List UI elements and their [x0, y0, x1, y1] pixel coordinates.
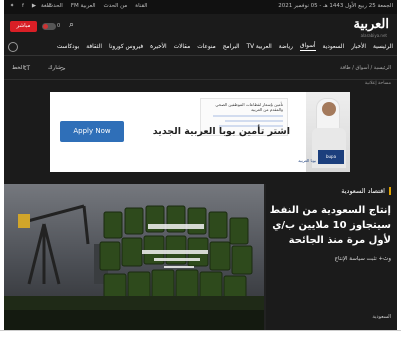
nav-item-markets[interactable]: أسواق	[299, 43, 316, 51]
nav-item-variety[interactable]: منوعات	[197, 44, 216, 50]
nav-item-tv[interactable]: العربية TV	[247, 44, 272, 50]
nav-item-news[interactable]: الأخبار	[351, 44, 366, 50]
social-icons: ✦ f ▶ اللغة	[8, 3, 52, 10]
apply-now-button[interactable]: Apply Now	[60, 121, 124, 142]
page: الجمعة 25 ربيع الأول 1443 هـ - 05 نوفمبر…	[4, 0, 397, 330]
nav-item-articles[interactable]: مقالات	[174, 44, 191, 50]
share-icon[interactable]: <	[60, 65, 66, 73]
hero-text-panel: اقتصاد السعودية إنتاج السعودية من النفط …	[266, 184, 397, 330]
date-text: الجمعة 25 ربيع الأول 1443 هـ - 05 نوفمبر…	[278, 3, 393, 9]
hero-article[interactable]: اقتصاد السعودية إنتاج السعودية من النفط …	[4, 184, 397, 330]
oil-barrels-illustration	[4, 204, 264, 330]
nav-item-home[interactable]: الرئيسية	[373, 44, 393, 50]
main-nav: الرئيسية الأخبار السعودية أسواق رياضة ال…	[4, 38, 397, 56]
nav-item-corona[interactable]: فيروس كورونا	[109, 44, 143, 50]
hero-title[interactable]: إنتاج السعودية من النفط سيتجاوز 10 ملايي…	[260, 203, 391, 248]
ad-card-text: تأمين بإسعار لقطاعات الموظفين الصحي والم…	[215, 102, 283, 112]
bottom-strip	[0, 330, 401, 352]
section-tag[interactable]: اقتصاد السعودية	[341, 187, 391, 195]
ad-headline: اشتر تأمين بوبا العربية الجديد	[152, 126, 290, 137]
top-link-channel[interactable]: القناة	[135, 3, 147, 9]
live-button[interactable]: مباشر	[10, 21, 37, 32]
article-toolbar: الرئيسية / أسواق / طاقة شارك < الخط tT	[4, 57, 397, 80]
site-header: العربية alarabiya.net مباشر 0 ⌕	[4, 14, 397, 38]
top-links: القناة من الحدث العربية FM الحدث	[48, 3, 147, 9]
nav-item-sports[interactable]: رياضة	[279, 44, 293, 50]
nav-item-latest[interactable]: الأخيرة	[150, 44, 167, 50]
font-size-button[interactable]: الخط	[12, 65, 24, 71]
font-size-icon[interactable]: tT	[24, 65, 30, 72]
breadcrumb[interactable]: الرئيسية / أسواق / طاقة	[340, 65, 391, 71]
nav-item-saudi[interactable]: السعودية	[323, 44, 345, 50]
hero-image[interactable]	[4, 184, 264, 330]
menu-icon[interactable]	[8, 42, 18, 52]
twitter-icon[interactable]: ✦	[8, 3, 16, 10]
top-link-fm[interactable]: العربية FM	[71, 3, 96, 9]
related-link[interactable]: وث+ تثبت سياسة الإنتاج	[334, 256, 391, 262]
ad-banner[interactable]: bupa بوبا العربية تأمين بإسعار لقطاعات ا…	[50, 92, 350, 172]
ad-label: مساحة إعلانية	[364, 81, 391, 86]
search-icon[interactable]: ⌕	[69, 20, 74, 30]
theme-toggle[interactable]	[42, 23, 56, 30]
bottom-tag[interactable]: السعودية	[372, 314, 391, 320]
toggle-label: 0	[57, 23, 61, 29]
nav-item-programs[interactable]: البرامج	[223, 44, 240, 50]
top-link-from-alhadath[interactable]: من الحدث	[104, 3, 128, 9]
top-utility-bar: الجمعة 25 ربيع الأول 1443 هـ - 05 نوفمبر…	[4, 0, 397, 14]
nav-item-culture[interactable]: الثقافة	[86, 44, 102, 50]
globe-icon[interactable]: اللغة	[41, 3, 52, 10]
youtube-icon[interactable]: ▶	[30, 3, 38, 10]
site-logo[interactable]: العربية	[353, 17, 389, 32]
ad-brand: بوبا العربية	[298, 158, 316, 163]
nav-item-podcast[interactable]: بودكاست	[57, 44, 79, 50]
facebook-icon[interactable]: f	[19, 3, 27, 10]
bupa-logo: bupa	[318, 150, 344, 164]
